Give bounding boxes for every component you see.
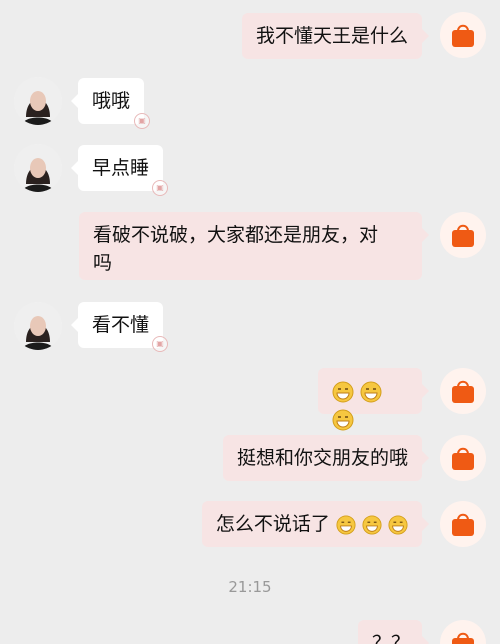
contact-avatar[interactable] bbox=[14, 144, 62, 192]
message-bubble[interactable]: 挺想和你交朋友的哦 bbox=[222, 435, 430, 481]
contact-avatar[interactable] bbox=[14, 302, 62, 350]
sender-avatar[interactable] bbox=[440, 368, 486, 414]
woman-portrait-avatar bbox=[14, 302, 62, 350]
grinning-face-icon bbox=[388, 514, 408, 535]
stamp-watermark-icon: ▣ bbox=[152, 180, 168, 196]
message-text: 挺想和你交朋友的哦 bbox=[236, 447, 408, 469]
message-text: 看不懂 bbox=[92, 314, 150, 336]
grinning-face-icon bbox=[362, 514, 382, 535]
orange-handbag-icon bbox=[452, 224, 474, 247]
message-text: 怎么不说话了 bbox=[215, 513, 330, 535]
sender-avatar[interactable] bbox=[440, 620, 486, 644]
message-text-line1: 看破不说破，大家都还是朋友，对 bbox=[93, 224, 379, 246]
message-bubble[interactable]: 早点睡 bbox=[70, 145, 164, 191]
woman-portrait-avatar bbox=[14, 77, 62, 125]
stamp-watermark-icon: ▣ bbox=[152, 336, 168, 352]
orange-handbag-icon bbox=[452, 380, 474, 403]
contact-avatar[interactable] bbox=[14, 77, 62, 125]
sender-avatar[interactable] bbox=[440, 12, 486, 58]
message-text: ？？ bbox=[372, 632, 411, 644]
message-bubble[interactable] bbox=[318, 368, 429, 430]
message-timestamp: 21:15 bbox=[228, 578, 272, 596]
message-bubble[interactable]: 看破不说破，大家都还是朋友，对 吗 bbox=[79, 212, 429, 280]
message-text: 早点睡 bbox=[92, 157, 150, 179]
message-bubble[interactable]: 看不懂 bbox=[70, 302, 164, 348]
message-text: 我不懂天王是什么 bbox=[255, 25, 408, 47]
sender-avatar[interactable] bbox=[440, 501, 486, 547]
message-row-right: ？？ bbox=[0, 620, 500, 644]
grinning-face-icon bbox=[336, 514, 356, 535]
sender-avatar[interactable] bbox=[440, 435, 486, 481]
message-bubble[interactable]: ？？ bbox=[358, 620, 429, 644]
woman-portrait-avatar bbox=[14, 144, 62, 192]
grinning-face-icon bbox=[360, 381, 382, 402]
message-bubble[interactable]: 怎么不说话了 bbox=[201, 501, 430, 547]
message-text: 哦哦 bbox=[92, 90, 131, 112]
orange-handbag-icon bbox=[452, 513, 474, 536]
message-bubble[interactable]: 我不懂天王是什么 bbox=[241, 13, 430, 59]
grinning-face-icon bbox=[332, 381, 354, 402]
message-text-line2: 吗 bbox=[93, 252, 113, 274]
orange-handbag-icon bbox=[452, 632, 474, 644]
orange-handbag-icon bbox=[452, 447, 474, 470]
orange-handbag-icon bbox=[452, 24, 474, 47]
grinning-face-icon bbox=[332, 409, 354, 430]
sender-avatar[interactable] bbox=[440, 212, 486, 258]
stamp-watermark-icon: ▣ bbox=[134, 113, 150, 129]
